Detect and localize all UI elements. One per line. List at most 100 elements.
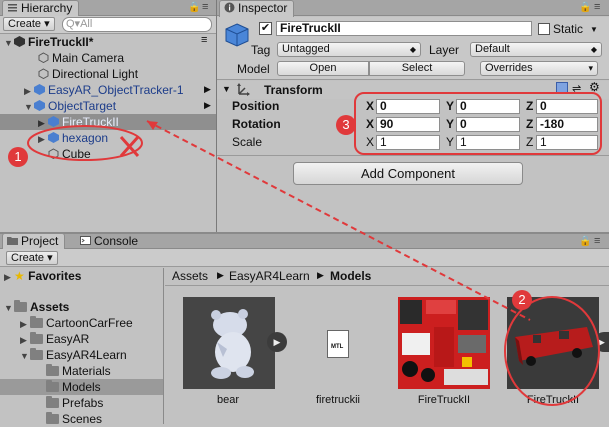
hierarchy-item[interactable]: ▶ hexagon: [38, 130, 108, 146]
expand-icon[interactable]: ▼: [222, 84, 231, 94]
assets-row[interactable]: ▼ Assets: [4, 299, 69, 315]
tag-dropdown[interactable]: Untagged ◆: [277, 42, 421, 57]
rotation-z-field[interactable]: -180: [536, 117, 598, 132]
object-name-input[interactable]: FireTruckII: [276, 21, 532, 36]
folder-row[interactable]: ▶ CartoonCarFree: [20, 315, 133, 331]
static-dropdown-icon[interactable]: ▼: [590, 25, 598, 34]
scene-menu-icon[interactable]: ≡: [201, 34, 207, 46]
scale-label: Scale: [232, 135, 263, 149]
hierarchy-item-selected[interactable]: ▶ FireTruckII: [38, 114, 119, 130]
presets-icon[interactable]: ⇌: [572, 82, 581, 95]
play-button[interactable]: ▶: [594, 332, 609, 352]
folder-row[interactable]: Prefabs: [46, 395, 103, 411]
help-icon[interactable]: [556, 82, 568, 94]
chevron-right-icon[interactable]: ▶: [204, 84, 211, 95]
folder-row[interactable]: Scenes: [46, 411, 102, 427]
breadcrumb-assets[interactable]: Assets: [172, 269, 208, 283]
lock-icon[interactable]: 🔒: [579, 2, 591, 13]
position-z-field[interactable]: 0: [536, 99, 598, 114]
bear-model-icon: [211, 309, 254, 379]
scale-x-field[interactable]: 1: [376, 135, 440, 150]
scale-z-field[interactable]: 1: [536, 135, 598, 150]
hierarchy-item[interactable]: ▼ ObjectTarget: [24, 98, 116, 114]
chevron-down-icon: ▾: [588, 63, 593, 73]
assets-label: Assets: [30, 300, 70, 314]
add-component-button[interactable]: Add Component: [293, 162, 523, 185]
play-button[interactable]: ▶: [267, 332, 287, 352]
axis-x: X: [366, 117, 375, 131]
file-label: FireTruckII: [526, 394, 580, 406]
file-label: firetruckii: [315, 394, 360, 406]
folder-row[interactable]: ▶ EasyAR: [20, 331, 89, 347]
hierarchy-search-input[interactable]: Q▾All: [62, 17, 212, 32]
menu-icon[interactable]: ≡: [594, 1, 600, 13]
rotation-y-field[interactable]: 0: [456, 117, 520, 132]
favorites-row[interactable]: ▶ ★ Favorites: [4, 268, 81, 284]
overrides-dropdown[interactable]: Overrides ▾: [480, 61, 598, 76]
gameobject-icon: [48, 147, 59, 160]
hierarchy-item[interactable]: ▶ EasyAR_ObjectTracker-1: [24, 82, 184, 98]
breadcrumb-models[interactable]: Models: [330, 269, 371, 283]
gameobject-icon: [38, 51, 49, 64]
axis-z: Z: [526, 99, 534, 113]
rotation-x-field[interactable]: 90: [376, 117, 440, 132]
lock-icon[interactable]: 🔒: [579, 236, 591, 247]
item-label: Main Camera: [52, 51, 125, 65]
layer-dropdown[interactable]: Default ◆: [470, 42, 602, 57]
scene-row[interactable]: ▼ FireTruckII*: [4, 34, 93, 50]
tab-inspector-label: Inspector: [238, 1, 288, 15]
hierarchy-item[interactable]: Cube: [48, 146, 91, 162]
prefab-cube-icon: [224, 22, 250, 48]
step-marker-3: 3: [336, 115, 356, 135]
folder-label: Materials: [62, 364, 111, 378]
rotation-label: Rotation: [232, 117, 281, 131]
tab-hierarchy-label: Hierarchy: [21, 1, 73, 15]
collapse-icon: ▶: [20, 335, 27, 345]
folder-row[interactable]: Materials: [46, 363, 111, 379]
position-x-field[interactable]: 0: [376, 99, 440, 114]
create-label: Create: [11, 252, 45, 264]
gameobject-icon: [38, 67, 49, 80]
project-create-button[interactable]: Create ▾: [6, 251, 58, 265]
folder-icon: [46, 364, 59, 376]
gear-icon[interactable]: ⚙: [589, 80, 600, 94]
active-checkbox[interactable]: ✔: [259, 22, 272, 35]
tab-inspector[interactable]: Inspector: [219, 0, 295, 17]
menu-icon[interactable]: ≡: [594, 235, 600, 247]
tab-console[interactable]: Console: [80, 234, 138, 248]
prefab-icon: [34, 83, 45, 95]
folder-icon: [7, 235, 18, 246]
tab-hierarchy[interactable]: Hierarchy: [2, 0, 80, 17]
updown-icon: ◆: [590, 45, 597, 54]
bear-thumbnail[interactable]: [183, 297, 275, 389]
hierarchy-item[interactable]: Directional Light: [38, 66, 138, 82]
lock-icon[interactable]: 🔒: [188, 2, 200, 13]
folder-icon: [46, 412, 59, 424]
static-checkbox[interactable]: [538, 23, 550, 35]
firetruck-texture-thumbnail[interactable]: [398, 297, 490, 389]
hierarchy-create-button[interactable]: Create ▾: [3, 17, 55, 31]
collapse-icon: ▶: [38, 118, 45, 128]
expand-icon: ▼: [4, 38, 13, 48]
expand-icon: ▼: [4, 303, 13, 313]
position-y-field[interactable]: 0: [456, 99, 520, 114]
select-button[interactable]: Select: [369, 61, 465, 76]
collapse-icon: ▶: [4, 272, 11, 282]
divider: [217, 155, 609, 156]
axis-y: Y: [446, 117, 455, 131]
folder-icon: [46, 396, 59, 408]
folder-label: EasyAR: [46, 332, 90, 346]
open-button[interactable]: Open: [277, 61, 369, 76]
mtl-icon-text: MTL: [331, 344, 344, 350]
tab-project[interactable]: Project: [2, 233, 66, 249]
firetruck-model-thumbnail[interactable]: [507, 297, 599, 389]
prefab-icon: [48, 131, 59, 143]
menu-icon[interactable]: ≡: [202, 1, 208, 13]
folder-row-selected[interactable]: Models: [46, 379, 101, 395]
hierarchy-item[interactable]: Main Camera: [38, 50, 124, 66]
folder-row[interactable]: ▼ EasyAR4Learn: [20, 347, 127, 363]
chevron-right-icon[interactable]: ▶: [204, 100, 211, 111]
breadcrumb-easyar4learn[interactable]: EasyAR4Learn: [229, 269, 310, 283]
scale-y-field[interactable]: 1: [456, 135, 520, 150]
info-icon: [224, 2, 235, 13]
